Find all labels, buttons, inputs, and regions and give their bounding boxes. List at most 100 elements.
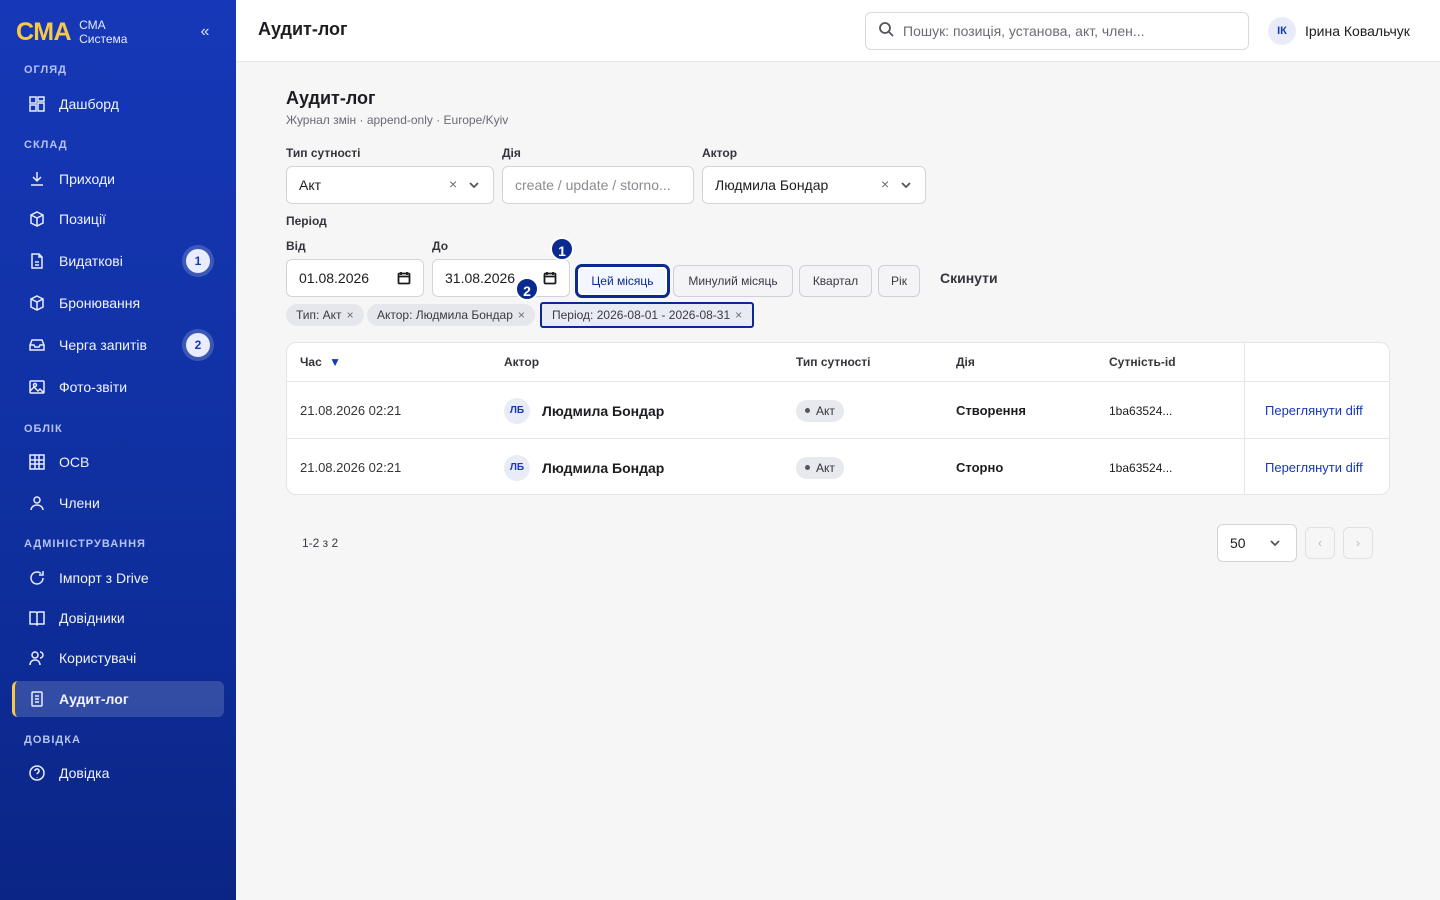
brand[interactable]: СМА СМА Система	[16, 16, 127, 48]
entity-type-badge: Акт	[796, 399, 844, 422]
sidebar-item-help[interactable]: Довідка	[12, 755, 224, 791]
sidebar-item-members[interactable]: Члени	[12, 485, 224, 521]
user-menu[interactable]: ІК Ірина Ковальчук	[1268, 17, 1410, 45]
status-dot	[805, 408, 810, 413]
section-label-admin: Адміністрування	[24, 538, 146, 550]
badge-label: Акт	[816, 460, 835, 475]
sidebar-item-osv[interactable]: ОСВ	[12, 444, 224, 480]
action-label: Дія	[502, 146, 521, 160]
column-header-entity-type[interactable]: Тип сутності	[796, 343, 871, 381]
chevron-down-icon[interactable]	[467, 178, 481, 192]
chip-remove-icon[interactable]: ×	[347, 308, 354, 322]
topbar-title: Аудит-лог	[258, 19, 348, 39]
sidebar-item-directories[interactable]: Довідники	[12, 600, 224, 636]
column-divider	[1244, 343, 1245, 494]
sidebar-item-label: Імпорт з Drive	[59, 570, 149, 586]
chevron-down-icon	[1268, 536, 1282, 550]
grid-icon	[28, 453, 46, 471]
column-header-entity-id[interactable]: Сутність-id	[1109, 343, 1176, 381]
action-cell: Сторно	[956, 460, 1004, 475]
preset-year-button[interactable]: Рік	[878, 265, 920, 297]
preset-this-month-button[interactable]: Цей місяць	[576, 265, 669, 297]
sidebar-item-audit-log[interactable]: Аудит-лог	[12, 681, 224, 717]
sidebar-item-issues[interactable]: Видаткові 1	[12, 243, 224, 279]
actor-clear-icon[interactable]: ×	[881, 176, 889, 192]
sidebar-item-dashboard[interactable]: Дашборд	[12, 86, 224, 122]
status-dot	[805, 465, 810, 470]
sidebar-item-label: Аудит-лог	[59, 691, 129, 707]
sidebar-item-requests[interactable]: Черга запитів 2	[12, 327, 224, 363]
prev-page-button[interactable]: ‹	[1305, 527, 1335, 559]
actor-name: Людмила Бондар	[542, 459, 665, 476]
entity-type-select[interactable]: Акт ×	[286, 166, 494, 204]
sidebar-item-label: Користувачі	[59, 650, 137, 666]
inbox-icon	[28, 336, 46, 354]
column-header-actor[interactable]: Актор	[504, 343, 539, 381]
audit-table: Час ▼ Актор Тип сутності Дія Сутність-id…	[286, 342, 1390, 495]
sidebar-item-receipts[interactable]: Приходи	[12, 161, 224, 197]
chip-remove-icon[interactable]: ×	[735, 308, 742, 322]
sidebar-item-bookings[interactable]: Бронювання	[12, 285, 224, 321]
sidebar-item-label: Приходи	[59, 171, 115, 187]
date-from-input[interactable]: 01.08.2026	[286, 259, 424, 297]
user-name: Ірина Ковальчук	[1305, 23, 1410, 39]
time-cell: 21.08.2026 02:21	[300, 460, 402, 475]
avatar: ЛБ	[504, 454, 530, 481]
entity-type-cell: Акт	[796, 382, 844, 439]
chip-remove-icon[interactable]: ×	[518, 308, 525, 322]
filter-chip-actor: Актор: Людмила Бондар ×	[367, 304, 535, 326]
collapse-sidebar-button[interactable]: «	[196, 22, 214, 42]
badge-label: Акт	[816, 403, 835, 418]
sidebar-item-label: Черга запитів	[59, 337, 147, 353]
period-label: Період	[286, 214, 327, 228]
column-header-action[interactable]: Дія	[956, 343, 975, 381]
date-to-input[interactable]: 31.08.2026	[432, 259, 570, 297]
users-icon	[28, 649, 46, 667]
view-diff-link[interactable]: Переглянути diff	[1265, 439, 1363, 494]
date-from-value: 01.08.2026	[299, 270, 370, 286]
actor-label: Актор	[702, 146, 738, 160]
entity-type-badge: Акт	[796, 456, 844, 479]
sidebar-item-users[interactable]: Користувачі	[12, 640, 224, 676]
date-to-value: 31.08.2026	[445, 270, 516, 286]
action-input[interactable]	[515, 177, 693, 193]
search-input[interactable]	[903, 23, 1233, 39]
entity-type-clear-icon[interactable]: ×	[449, 176, 457, 192]
entity-type-value: Акт	[299, 177, 322, 193]
global-search[interactable]	[865, 12, 1249, 50]
sidebar-item-positions[interactable]: Позиції	[12, 201, 224, 237]
annotation-marker-1: 1	[550, 237, 574, 261]
column-header-label: Час	[300, 355, 322, 369]
reset-filters-button[interactable]: Скинути	[940, 270, 998, 286]
view-diff-link[interactable]: Переглянути diff	[1265, 382, 1363, 439]
chevron-down-icon[interactable]	[899, 178, 913, 192]
calendar-icon[interactable]	[543, 271, 557, 285]
sidebar-item-drive-import[interactable]: Імпорт з Drive	[12, 560, 224, 596]
preset-quarter-button[interactable]: Квартал	[799, 265, 872, 297]
filter-chip-type: Тип: Акт ×	[286, 304, 364, 326]
actor-cell: ЛБ Людмила Бондар	[504, 439, 665, 494]
refresh-icon	[28, 569, 46, 587]
sidebar-item-label: Бронювання	[59, 295, 141, 311]
next-page-button[interactable]: ›	[1343, 527, 1373, 559]
action-filter[interactable]	[502, 166, 694, 204]
column-header-time[interactable]: Час ▼	[300, 343, 341, 381]
table-row: 21.08.2026 02:21 ЛБ Людмила Бондар Акт С…	[287, 381, 1389, 439]
entity-id-cell: 1ba63524...	[1109, 460, 1173, 475]
section-label-overview: Огляд	[24, 64, 67, 76]
brand-line-2: Система	[79, 32, 128, 46]
table-row: 21.08.2026 02:21 ЛБ Людмила Бондар Акт С…	[287, 438, 1389, 494]
sidebar-item-photo-reports[interactable]: Фото-звіти	[12, 369, 224, 405]
preset-last-month-button[interactable]: Минулий місяць	[673, 265, 793, 297]
help-icon	[28, 764, 46, 782]
action-cell: Створення	[956, 403, 1026, 418]
section-label-accounting: Облік	[24, 423, 63, 435]
from-label: Від	[286, 239, 306, 253]
sidebar-item-label: Видаткові	[59, 253, 123, 269]
page-size-select[interactable]: 50	[1217, 524, 1297, 562]
page-size-value: 50	[1230, 535, 1246, 551]
page-title: Аудит-лог	[286, 88, 376, 108]
calendar-icon[interactable]	[397, 271, 411, 285]
actor-select[interactable]: Людмила Бондар ×	[702, 166, 926, 204]
sidebar-item-label: Члени	[59, 495, 100, 511]
